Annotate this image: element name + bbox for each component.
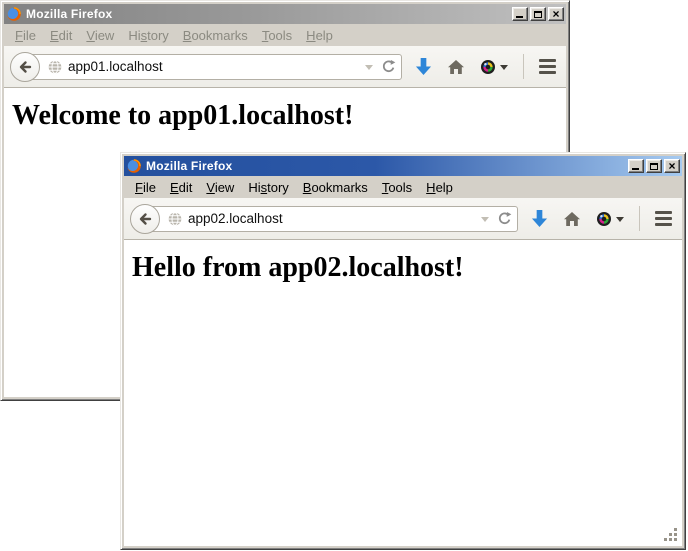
- titlebar[interactable]: Mozilla Firefox ×: [4, 4, 566, 24]
- urlbar-dropdown-icon[interactable]: [481, 217, 489, 226]
- download-button[interactable]: [531, 209, 548, 228]
- back-arrow-icon: [17, 59, 33, 75]
- close-button[interactable]: ×: [664, 159, 680, 173]
- reload-icon: [497, 211, 512, 226]
- globe-icon: [48, 60, 62, 74]
- page-heading: Hello from app02.localhost!: [124, 252, 682, 284]
- page-content-app02: Hello from app02.localhost!: [124, 240, 682, 546]
- window-controls: ×: [512, 7, 564, 21]
- download-arrow-icon: [415, 57, 432, 76]
- close-icon: ×: [668, 161, 675, 171]
- maximize-button[interactable]: [646, 159, 662, 173]
- back-button[interactable]: [130, 204, 160, 234]
- globe-icon: [168, 212, 182, 226]
- maximize-icon: [650, 163, 658, 170]
- chevron-down-icon: [616, 217, 624, 226]
- menu-file[interactable]: File: [128, 178, 163, 197]
- firefox-window-app02: Mozilla Firefox × File Edit View History…: [120, 152, 686, 550]
- firefox-icon[interactable]: [126, 158, 142, 174]
- app-menu-button[interactable]: [539, 59, 556, 74]
- download-arrow-icon: [531, 209, 548, 228]
- menu-history[interactable]: History: [121, 26, 175, 45]
- menu-bookmarks[interactable]: Bookmarks: [296, 178, 375, 197]
- minimize-button[interactable]: [628, 159, 644, 173]
- close-button[interactable]: ×: [548, 7, 564, 21]
- desktop-background: Mozilla Firefox × File Edit View History…: [0, 0, 688, 551]
- navigation-toolbar: app02.localhost: [124, 198, 682, 240]
- home-icon: [447, 59, 465, 75]
- window-title: Mozilla Firefox: [26, 7, 512, 21]
- menu-bar: File Edit View History Bookmarks Tools H…: [124, 176, 682, 198]
- color-wheel-icon: [596, 211, 612, 227]
- toolbar-icons: [415, 54, 556, 79]
- reload-icon: [381, 59, 396, 74]
- toolbar-separator: [639, 206, 640, 231]
- urlbar-dropdown-icon[interactable]: [365, 65, 373, 74]
- menu-bar: File Edit View History Bookmarks Tools H…: [4, 24, 566, 46]
- color-wheel-icon: [480, 59, 496, 75]
- close-icon: ×: [552, 9, 559, 19]
- addon-button[interactable]: [480, 59, 508, 75]
- menu-edit[interactable]: Edit: [163, 178, 199, 197]
- minimize-icon: [632, 168, 639, 170]
- titlebar[interactable]: Mozilla Firefox ×: [124, 156, 682, 176]
- addon-button[interactable]: [596, 211, 624, 227]
- back-button[interactable]: [10, 52, 40, 82]
- resize-grip[interactable]: [664, 528, 678, 542]
- firefox-icon[interactable]: [6, 6, 22, 22]
- home-button[interactable]: [447, 59, 465, 75]
- maximize-button[interactable]: [530, 7, 546, 21]
- back-arrow-icon: [137, 211, 153, 227]
- url-value: app02.localhost: [188, 211, 481, 226]
- menu-help[interactable]: Help: [419, 178, 460, 197]
- url-value: app01.localhost: [68, 59, 365, 74]
- page-heading: Welcome to app01.localhost!: [4, 100, 566, 132]
- minimize-button[interactable]: [512, 7, 528, 21]
- menu-edit[interactable]: Edit: [43, 26, 79, 45]
- maximize-icon: [534, 11, 542, 18]
- toolbar-icons: [531, 206, 672, 231]
- menu-help[interactable]: Help: [299, 26, 340, 45]
- menu-tools[interactable]: Tools: [375, 178, 419, 197]
- menu-view[interactable]: View: [199, 178, 241, 197]
- site-identity-button[interactable]: [48, 60, 62, 74]
- menu-file[interactable]: File: [8, 26, 43, 45]
- menu-history[interactable]: History: [241, 178, 295, 197]
- navigation-toolbar: app01.localhost: [4, 46, 566, 88]
- reload-button[interactable]: [497, 211, 512, 226]
- download-button[interactable]: [415, 57, 432, 76]
- toolbar-separator: [523, 54, 524, 79]
- menu-tools[interactable]: Tools: [255, 26, 299, 45]
- minimize-icon: [516, 16, 523, 18]
- url-bar[interactable]: app02.localhost: [145, 206, 518, 232]
- reload-button[interactable]: [381, 59, 396, 74]
- site-identity-button[interactable]: [168, 212, 182, 226]
- menu-bookmarks[interactable]: Bookmarks: [176, 26, 255, 45]
- window-title: Mozilla Firefox: [146, 159, 628, 173]
- url-bar[interactable]: app01.localhost: [25, 54, 402, 80]
- menu-view[interactable]: View: [79, 26, 121, 45]
- app-menu-button[interactable]: [655, 211, 672, 226]
- home-icon: [563, 211, 581, 227]
- window-controls: ×: [628, 159, 680, 173]
- chevron-down-icon: [500, 65, 508, 74]
- home-button[interactable]: [563, 211, 581, 227]
